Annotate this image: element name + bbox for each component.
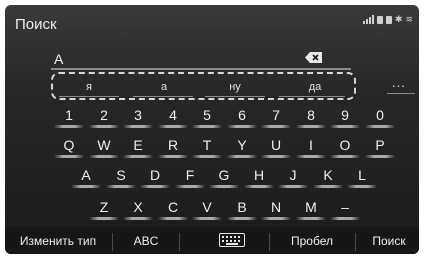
key-3[interactable]: 3 <box>123 106 153 128</box>
change-type-button[interactable]: Изменить тип <box>7 232 109 250</box>
key-e[interactable]: E <box>123 136 153 158</box>
key-b[interactable]: B <box>227 198 257 220</box>
input-underline <box>51 68 351 70</box>
key-j[interactable]: J <box>278 166 308 188</box>
key-5[interactable]: 5 <box>192 106 222 128</box>
key-x[interactable]: X <box>123 198 153 220</box>
key-u[interactable]: U <box>261 136 291 158</box>
search-input[interactable]: A <box>54 51 63 67</box>
suggestion-item[interactable]: да <box>295 81 335 93</box>
key-h[interactable]: H <box>244 166 274 188</box>
status-icons: ✱ ≋ <box>362 14 413 24</box>
key-f[interactable]: F <box>175 166 205 188</box>
more-suggestions-button[interactable]: ... <box>392 75 406 90</box>
key-d[interactable]: D <box>140 166 170 188</box>
abc-button[interactable]: ABC <box>123 232 169 250</box>
search-screen: Поиск ✱ ≋ A я а ну да ... 1 2 3 4 5 6 7 … <box>5 5 419 254</box>
key-p[interactable]: P <box>365 136 395 158</box>
key-z[interactable]: Z <box>89 198 119 220</box>
phone-icon <box>376 16 383 24</box>
key-r[interactable]: R <box>158 136 188 158</box>
key-y[interactable]: Y <box>227 136 257 158</box>
keyboard-icon[interactable] <box>219 233 245 247</box>
key-k[interactable]: K <box>313 166 343 188</box>
search-button[interactable]: Поиск <box>361 232 417 250</box>
signal-icon <box>362 15 374 24</box>
page-title: Поиск <box>15 16 57 33</box>
key-g[interactable]: G <box>209 166 239 188</box>
suggestion-item[interactable]: а <box>144 81 184 93</box>
key-9[interactable]: 9 <box>330 106 360 128</box>
suggestion-list: я а ну да <box>51 72 356 100</box>
key-4[interactable]: 4 <box>158 106 188 128</box>
suggestion-item[interactable]: ну <box>215 81 255 93</box>
key-i[interactable]: I <box>296 136 326 158</box>
space-button[interactable]: Пробел <box>277 232 347 250</box>
key-w[interactable]: W <box>89 136 119 158</box>
wifi-icon: ≋ <box>405 14 413 24</box>
key-8[interactable]: 8 <box>296 106 326 128</box>
key-1[interactable]: 1 <box>54 106 84 128</box>
key-v[interactable]: V <box>192 198 222 220</box>
suggestion-item[interactable]: я <box>69 81 109 93</box>
key-6[interactable]: 6 <box>227 106 257 128</box>
key-2[interactable]: 2 <box>89 106 119 128</box>
key-a[interactable]: A <box>71 166 101 188</box>
key-o[interactable]: O <box>330 136 360 158</box>
key-t[interactable]: T <box>192 136 222 158</box>
key-c[interactable]: C <box>158 198 188 220</box>
bluetooth-icon: ✱ <box>394 14 403 24</box>
key-s[interactable]: S <box>106 166 136 188</box>
backspace-icon[interactable] <box>305 52 322 63</box>
key-0[interactable]: 0 <box>365 106 395 128</box>
key-l[interactable]: L <box>347 166 377 188</box>
key-n[interactable]: N <box>261 198 291 220</box>
key-q[interactable]: Q <box>54 136 84 158</box>
key-7[interactable]: 7 <box>261 106 291 128</box>
key-m[interactable]: M <box>296 198 326 220</box>
battery-icon <box>385 16 392 24</box>
key-dash[interactable]: – <box>330 198 360 220</box>
